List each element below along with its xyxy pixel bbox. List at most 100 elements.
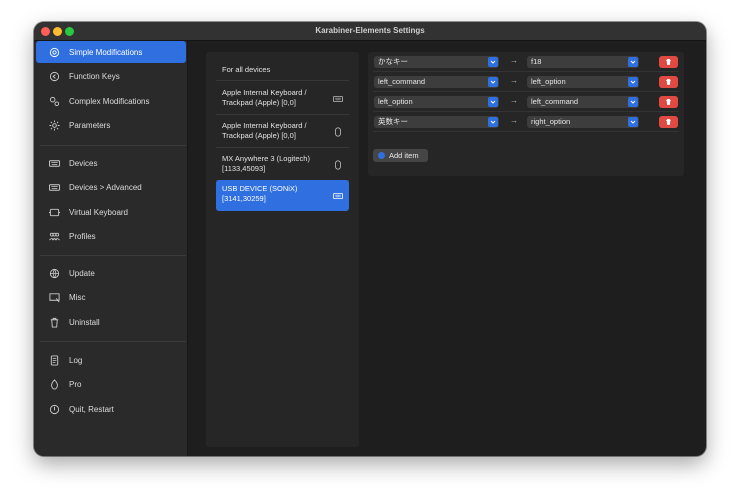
sidebar-item-label: Misc xyxy=(69,292,86,302)
modification-row: 英数キー → right_option xyxy=(373,112,679,132)
sidebar-item-devices[interactable]: Devices xyxy=(36,152,186,174)
sidebar-item-label: Simple Modifications xyxy=(69,47,143,57)
delete-button[interactable] xyxy=(659,116,678,128)
from-key-select[interactable]: left_command xyxy=(374,76,499,88)
complex-modifications-icon xyxy=(48,95,61,108)
sidebar-item-label: Devices xyxy=(69,158,98,168)
chevron-down-icon xyxy=(628,97,638,107)
sidebar-item-label: Profiles xyxy=(69,231,96,241)
sidebar-item-misc[interactable]: Misc xyxy=(36,286,186,308)
device-id: Trackpad (Apple) [0,0] xyxy=(222,131,296,140)
add-item-label: Add item xyxy=(389,151,419,160)
update-icon xyxy=(48,267,61,280)
simple-modifications-icon xyxy=(48,46,61,59)
trash-icon xyxy=(666,98,671,105)
to-key-select[interactable]: right_option xyxy=(527,116,639,128)
sidebar-item-label: Pro xyxy=(69,379,82,389)
add-item-button[interactable]: Add item xyxy=(373,149,428,162)
modification-row: かなキー → f18 xyxy=(373,52,679,72)
chevron-down-icon xyxy=(628,57,638,67)
sidebar-item-label: Devices > Advanced xyxy=(69,182,142,192)
arrow-icon: → xyxy=(510,96,518,105)
from-key-select[interactable]: 英数キー xyxy=(374,116,499,128)
sidebar-item-quit-restart[interactable]: Quit, Restart xyxy=(36,398,186,420)
delete-button[interactable] xyxy=(659,56,678,68)
arrow-icon: → xyxy=(510,76,518,85)
from-key-select[interactable]: left_option xyxy=(374,96,499,108)
device-list-panel: For all devices Apple Internal Keyboard … xyxy=(206,52,359,447)
sidebar-item-label: Virtual Keyboard xyxy=(69,207,128,217)
sidebar-item-uninstall[interactable]: Uninstall xyxy=(36,311,186,333)
modification-row: left_option → left_command xyxy=(373,92,679,112)
sidebar: Simple Modifications Function Keys Compl… xyxy=(34,41,188,456)
device-id: Trackpad (Apple) [0,0] xyxy=(222,98,296,107)
keyboard-icon xyxy=(333,192,343,199)
sidebar-divider xyxy=(40,341,186,342)
chevron-down-icon xyxy=(628,77,638,87)
keyboard-icon xyxy=(333,96,343,102)
profiles-icon xyxy=(48,230,61,243)
device-item-all-devices[interactable]: For all devices xyxy=(216,59,349,81)
sidebar-item-label: Uninstall xyxy=(69,317,100,327)
sidebar-item-devices-advanced[interactable]: Devices > Advanced xyxy=(36,176,186,198)
chevron-down-icon xyxy=(628,117,638,127)
to-key-value: left_command xyxy=(531,97,579,106)
device-name: MX Anywhere 3 (Logitech) xyxy=(222,154,310,163)
log-icon xyxy=(48,354,61,367)
sidebar-item-function-keys[interactable]: Function Keys xyxy=(36,65,186,87)
sidebar-item-label: Quit, Restart xyxy=(69,404,114,414)
to-key-value: right_option xyxy=(531,117,571,126)
to-key-select[interactable]: left_command xyxy=(527,96,639,108)
power-icon xyxy=(48,403,61,416)
device-name: Apple Internal Keyboard / xyxy=(222,88,307,97)
arrow-icon: → xyxy=(510,56,518,65)
devices-icon xyxy=(48,157,61,170)
to-key-select[interactable]: left_option xyxy=(527,76,639,88)
arrow-icon: → xyxy=(510,116,518,125)
device-item[interactable]: MX Anywhere 3 (Logitech) [1133,45093] xyxy=(216,150,349,181)
modification-row: left_command → left_option xyxy=(373,72,679,92)
sidebar-item-log[interactable]: Log xyxy=(36,349,186,371)
sidebar-item-virtual-keyboard[interactable]: Virtual Keyboard xyxy=(36,201,186,223)
device-item[interactable]: Apple Internal Keyboard / Trackpad (Appl… xyxy=(216,84,349,115)
sidebar-item-label: Function Keys xyxy=(69,71,120,81)
trash-icon xyxy=(666,58,671,65)
device-item-selected[interactable]: USB DEVICE (SONiX) [3141,30259] xyxy=(216,180,349,211)
from-key-value: 英数キー xyxy=(378,117,408,126)
trash-icon xyxy=(666,118,671,125)
to-key-value: f18 xyxy=(531,57,542,66)
sidebar-divider xyxy=(40,255,186,256)
from-key-value: left_command xyxy=(378,77,426,86)
sidebar-item-profiles[interactable]: Profiles xyxy=(36,225,186,247)
sidebar-item-simple-modifications[interactable]: Simple Modifications xyxy=(36,41,186,63)
pro-icon xyxy=(48,378,61,391)
device-name: USB DEVICE (SONiX) xyxy=(222,184,298,193)
trash-icon xyxy=(48,316,61,329)
sidebar-item-label: Complex Modifications xyxy=(69,96,150,106)
device-item[interactable]: Apple Internal Keyboard / Trackpad (Appl… xyxy=(216,117,349,148)
sidebar-divider xyxy=(40,145,186,146)
title-bar: Karabiner-Elements Settings xyxy=(34,22,706,41)
sidebar-item-label: Log xyxy=(69,355,83,365)
chevron-down-icon xyxy=(488,77,498,87)
devices-advanced-icon xyxy=(48,181,61,194)
to-key-select[interactable]: f18 xyxy=(527,56,639,68)
modifications-panel: かなキー → f18 left_command → left_option le… xyxy=(368,52,684,176)
device-id: [1133,45093] xyxy=(222,164,266,173)
settings-window: Karabiner-Elements Settings Simple Modif… xyxy=(34,22,706,456)
sidebar-item-parameters[interactable]: Parameters xyxy=(36,114,186,136)
sidebar-item-complex-modifications[interactable]: Complex Modifications xyxy=(36,90,186,112)
sidebar-item-pro[interactable]: Pro xyxy=(36,373,186,395)
misc-icon xyxy=(48,291,61,304)
from-key-value: かなキー xyxy=(378,57,408,66)
delete-button[interactable] xyxy=(659,76,678,88)
sidebar-item-update[interactable]: Update xyxy=(36,262,186,284)
mouse-icon xyxy=(335,160,341,170)
add-icon xyxy=(378,152,385,159)
device-id: [3141,30259] xyxy=(222,194,266,203)
sidebar-item-label: Update xyxy=(69,268,95,278)
delete-button[interactable] xyxy=(659,96,678,108)
parameters-icon xyxy=(48,119,61,132)
from-key-select[interactable]: かなキー xyxy=(374,56,499,68)
sidebar-item-label: Parameters xyxy=(69,120,111,130)
